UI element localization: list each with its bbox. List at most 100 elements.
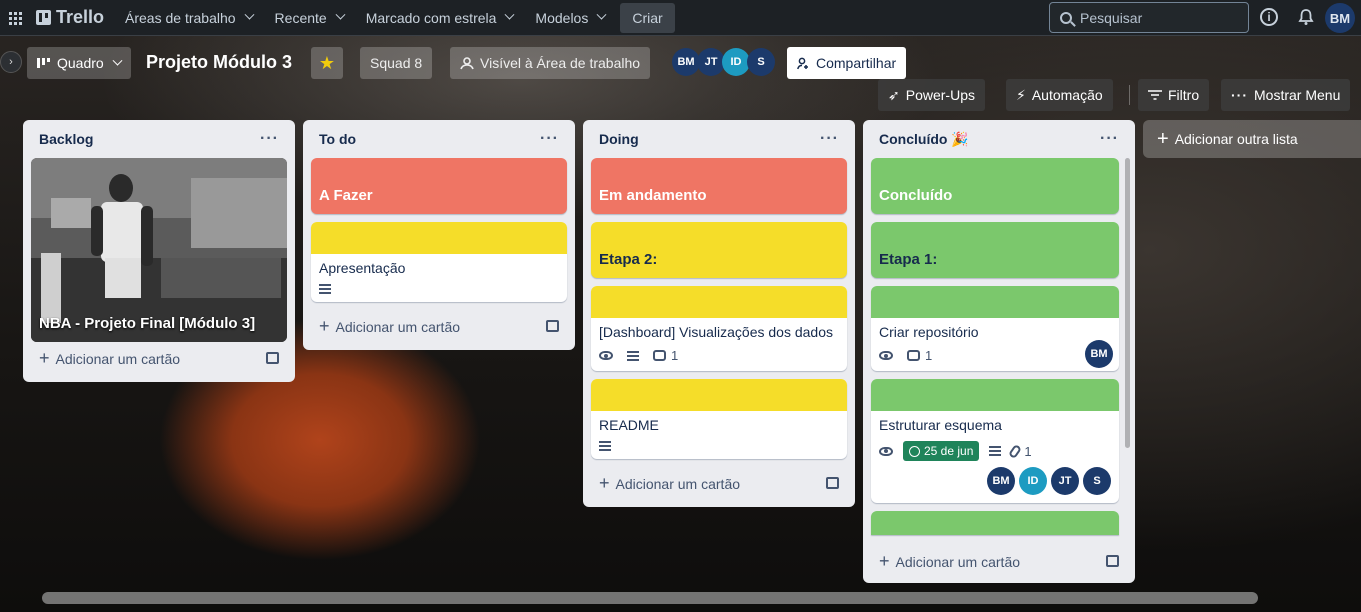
description-icon xyxy=(319,284,331,294)
chevron-down-icon xyxy=(112,55,123,66)
comment-icon xyxy=(653,350,666,361)
add-card-button[interactable]: + Adicionar um cartão xyxy=(591,467,847,499)
starred-menu[interactable]: Marcado com estrela xyxy=(355,2,525,34)
app-switcher-icon[interactable] xyxy=(0,0,30,36)
list-title[interactable]: To do xyxy=(319,131,356,147)
show-menu-button[interactable]: ··· Mostrar Menu xyxy=(1221,79,1351,111)
card-member-avatar[interactable]: S xyxy=(1083,467,1111,495)
templates-menu[interactable]: Modelos xyxy=(524,2,616,34)
add-card-button[interactable]: + Adicionar um cartão xyxy=(871,545,1127,577)
card-criar-repositorio[interactable]: Criar repositório 1 BM xyxy=(871,286,1119,371)
list-title[interactable]: Backlog xyxy=(39,131,93,147)
info-icon[interactable]: i xyxy=(1260,8,1278,26)
list-menu-icon[interactable]: ··· xyxy=(1100,130,1119,148)
show-menu-label: Mostrar Menu xyxy=(1254,87,1341,103)
card-cover xyxy=(871,379,1119,411)
star-icon: ★ xyxy=(318,52,336,73)
comment-count: 1 xyxy=(925,348,933,363)
card-etapa-2[interactable]: Etapa 2: xyxy=(591,222,847,278)
list-menu-icon[interactable]: ··· xyxy=(260,130,279,148)
card-title: README xyxy=(599,417,659,433)
card-member-avatar[interactable]: BM xyxy=(1085,340,1113,368)
board-view-icon xyxy=(37,58,50,68)
card-em-andamento[interactable]: Em andamento xyxy=(591,158,847,214)
add-list-button[interactable]: + Adicionar outra lista xyxy=(1143,120,1361,158)
user-avatar[interactable]: BM xyxy=(1325,3,1355,33)
card-cover xyxy=(591,379,847,411)
card-title: [Dashboard] Visualizações dos dados xyxy=(599,324,834,340)
template-icon[interactable] xyxy=(266,352,279,364)
card-readme[interactable]: README xyxy=(591,379,847,459)
search-input[interactable]: Pesquisar xyxy=(1049,2,1249,33)
list-menu-icon[interactable]: ··· xyxy=(820,130,839,148)
sidebar-expand-icon[interactable]: › xyxy=(0,51,22,73)
power-ups-button[interactable]: ➶ Power-Ups xyxy=(878,79,985,111)
list-title-text: Concluído xyxy=(879,130,948,147)
list-menu-icon[interactable]: ··· xyxy=(540,130,559,148)
member-avatar[interactable]: JT xyxy=(697,48,725,76)
board-view-label: Quadro xyxy=(57,55,104,71)
automation-button[interactable]: ⚡ Automação xyxy=(1006,79,1113,111)
due-date-badge[interactable]: 25 de jun xyxy=(903,441,980,461)
member-avatar[interactable]: BM xyxy=(672,48,700,76)
rocket-icon: ➶ xyxy=(888,86,900,103)
list-scrollbar[interactable] xyxy=(1125,158,1130,448)
card-cover xyxy=(311,222,567,254)
list-title[interactable]: Concluído 🎉 xyxy=(879,131,969,148)
card-partial[interactable] xyxy=(871,511,1119,535)
add-card-button[interactable]: + Adicionar um cartão xyxy=(311,310,567,342)
card-concluido[interactable]: Concluído xyxy=(871,158,1119,214)
member-avatar[interactable]: S xyxy=(747,48,775,76)
due-date: 25 de jun xyxy=(924,444,974,458)
search-icon xyxy=(1060,11,1072,24)
board-horizontal-scrollbar[interactable] xyxy=(42,592,1258,604)
create-button[interactable]: Criar xyxy=(620,2,675,33)
card-member-avatar[interactable]: BM xyxy=(987,467,1015,495)
add-card-button[interactable]: + Adicionar um cartão xyxy=(31,342,287,374)
trello-logo-icon xyxy=(36,10,51,25)
workspaces-menu[interactable]: Áreas de trabalho xyxy=(114,2,264,34)
card-estruturar-esquema[interactable]: Estruturar esquema 25 de jun 1 BM ID JT … xyxy=(871,379,1119,503)
bell-icon[interactable] xyxy=(1296,7,1316,27)
template-icon[interactable] xyxy=(546,320,559,332)
member-avatar[interactable]: ID xyxy=(722,48,750,76)
power-ups-label: Power-Ups xyxy=(905,87,975,103)
watching-icon xyxy=(599,351,613,360)
card-etapa-1[interactable]: Etapa 1: xyxy=(871,222,1119,278)
recent-menu[interactable]: Recente xyxy=(264,2,355,34)
card-title: Etapa 1: xyxy=(879,251,938,268)
templates-label: Modelos xyxy=(535,9,589,26)
party-emoji: 🎉 xyxy=(951,130,969,147)
card-dashboard[interactable]: [Dashboard] Visualizações dos dados 1 xyxy=(591,286,847,371)
card-member-avatar[interactable]: ID xyxy=(1019,467,1047,495)
visibility-button[interactable]: Visível à Área de trabalho xyxy=(450,47,651,79)
card-a-fazer[interactable]: A Fazer xyxy=(311,158,567,214)
trello-logo[interactable]: Trello xyxy=(30,7,114,28)
template-icon[interactable] xyxy=(1106,555,1119,567)
automation-label: Automação xyxy=(1031,87,1103,103)
card-apresentacao[interactable]: Apresentação xyxy=(311,222,567,302)
plus-icon: + xyxy=(319,315,330,336)
board-view-switcher[interactable]: Quadro xyxy=(27,47,131,79)
filter-icon xyxy=(1148,90,1162,100)
board-title[interactable]: Projeto Módulo 3 xyxy=(146,52,292,73)
workspace-button[interactable]: Squad 8 xyxy=(360,47,433,79)
card-member-avatar[interactable]: JT xyxy=(1051,467,1079,495)
add-person-icon xyxy=(797,57,808,69)
share-button[interactable]: Compartilhar xyxy=(787,47,907,79)
card-cover xyxy=(591,286,847,318)
chevron-down-icon xyxy=(504,9,515,20)
template-icon[interactable] xyxy=(826,477,839,489)
starred-label: Marcado com estrela xyxy=(365,9,497,26)
card-nba-project[interactable]: NBA - Projeto Final [Módulo 3] xyxy=(31,158,287,342)
plus-icon: + xyxy=(39,347,50,368)
more-icon: ··· xyxy=(1231,87,1248,103)
search-placeholder: Pesquisar xyxy=(1080,9,1143,26)
list-title[interactable]: Doing xyxy=(599,131,639,147)
filter-button[interactable]: Filtro xyxy=(1138,79,1210,111)
add-card-label: Adicionar um cartão xyxy=(895,553,1021,570)
card-title: Etapa 2: xyxy=(599,251,658,268)
star-board-button[interactable]: ★ xyxy=(311,47,343,79)
recent-label: Recente xyxy=(274,9,327,26)
list-done: Concluído 🎉 ··· Concluído Etapa 1: Criar… xyxy=(863,120,1135,583)
